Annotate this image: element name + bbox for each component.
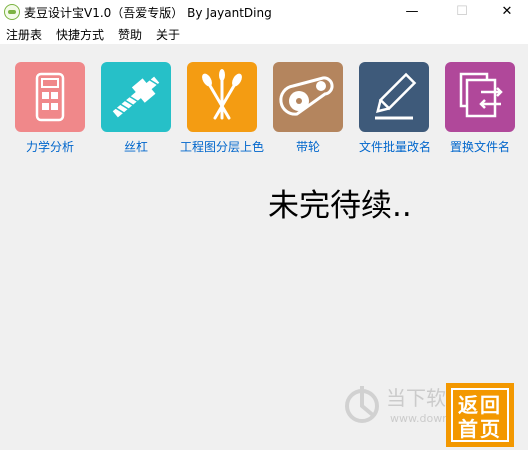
window-title: 麦豆设计宝V1.0（吾爱专版） By JayantDing — [24, 6, 272, 20]
menu-shortcuts[interactable]: 快捷方式 — [56, 26, 104, 43]
app-logo-icon — [4, 4, 20, 20]
paint-brushes-icon — [187, 62, 257, 132]
watermark-logo-icon — [345, 386, 379, 423]
close-button[interactable]: ✕ — [484, 0, 528, 24]
menu-about[interactable]: 关于 — [156, 26, 180, 43]
title-bar: 麦豆设计宝V1.0（吾爱专版） By JayantDing — ☐ ✕ — [0, 0, 528, 24]
tool-label-lead-screw[interactable]: 丝杠 — [124, 138, 148, 155]
back-to-home-button[interactable]: 返回 首页 — [446, 383, 514, 447]
back-button-frame: 返回 首页 — [451, 388, 509, 442]
watermark: 当下软件园 www.downxia.com — [344, 376, 492, 436]
tool-label-batch-rename[interactable]: 文件批量改名 — [359, 138, 431, 155]
minimize-button[interactable]: — — [389, 0, 435, 24]
tool-label-drawing-layer-color[interactable]: 工程图分层上色 — [180, 138, 264, 155]
belt-pulley-icon — [273, 62, 343, 132]
tool-belt-pulley[interactable] — [273, 62, 343, 132]
tool-swap-filenames[interactable] — [445, 62, 515, 132]
tool-mechanics-analysis[interactable] — [15, 62, 85, 132]
menu-sponsor[interactable]: 赞助 — [118, 26, 142, 43]
back-button-line1: 返回 — [458, 393, 502, 417]
rename-pencil-icon — [359, 62, 429, 132]
swap-files-icon — [445, 62, 515, 132]
coming-soon-heading: 未完待续.. — [268, 188, 412, 224]
tool-label-belt-pulley[interactable]: 带轮 — [296, 138, 320, 155]
back-button-line2: 首页 — [458, 417, 502, 441]
menu-bar: 注册表 快捷方式 赞助 关于 — [0, 24, 528, 44]
tool-batch-rename[interactable] — [359, 62, 429, 132]
tool-label-swap-filenames[interactable]: 置换文件名 — [450, 138, 510, 155]
tool-lead-screw[interactable] — [101, 62, 171, 132]
maximize-button[interactable]: ☐ — [439, 0, 485, 24]
tool-drawing-layer-color[interactable] — [187, 62, 257, 132]
lead-screw-icon — [101, 62, 171, 132]
tool-label-mechanics-analysis[interactable]: 力学分析 — [26, 138, 74, 155]
calculator-icon — [15, 62, 85, 132]
menu-registry[interactable]: 注册表 — [6, 26, 42, 43]
